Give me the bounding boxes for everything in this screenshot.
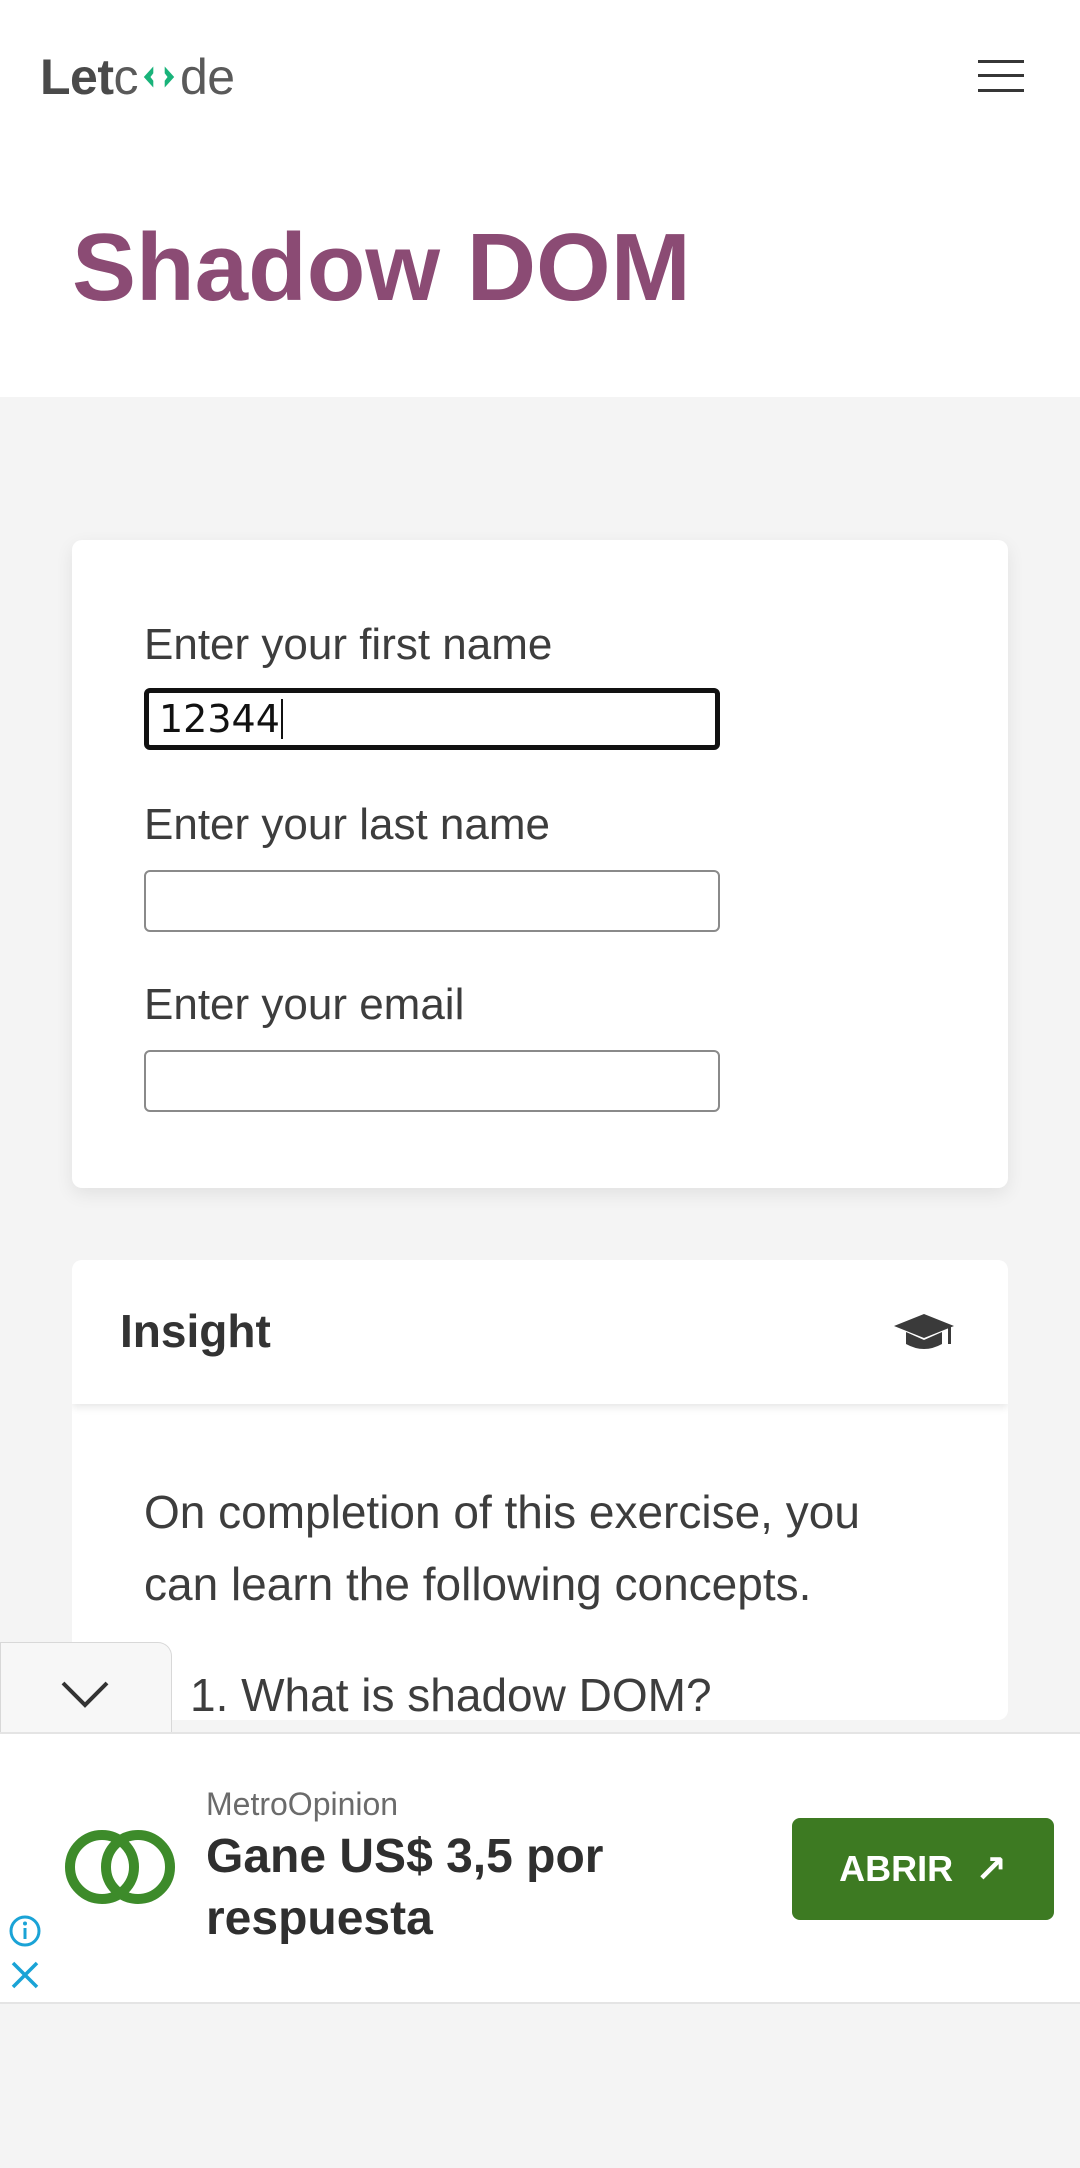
first-name-input[interactable]: 12344 (144, 688, 720, 750)
arrow-up-right-icon: ↗ (975, 1848, 1007, 1891)
ad-brand: MetroOpinion (206, 1786, 399, 1822)
page-title: Shadow DOM (72, 214, 691, 321)
info-icon[interactable] (8, 1914, 42, 1948)
logo-text-c: c (113, 49, 139, 105)
logo-code-icon (143, 66, 175, 88)
email-label: Enter your email (144, 980, 465, 1029)
ad-headline: Gane US$ 3,5 por respuesta (206, 1830, 604, 1945)
graduation-cap-icon (894, 1314, 954, 1349)
logo-text-left: Let (40, 49, 114, 105)
insight-header[interactable]: Insight (72, 1260, 1008, 1404)
first-name-value: 12344 (159, 697, 280, 741)
hero: Shadow DOM (0, 155, 1080, 397)
ad-open-button[interactable]: ABRIR ↗ (792, 1818, 1054, 1920)
email-input[interactable] (144, 1050, 720, 1112)
ad-banner[interactable]: MetroOpinion Gane US$ 3,5 por respuesta … (0, 1732, 1080, 2004)
hamburger-menu-icon[interactable] (974, 56, 1028, 96)
last-name-input[interactable] (144, 870, 720, 932)
insight-description: On completion of this exercise, you can … (144, 1486, 860, 1610)
form-card: Enter your first name 12344 Enter your l… (72, 540, 1008, 1188)
letcode-logo[interactable]: Let c de (40, 48, 235, 106)
logo-text-right: de (180, 49, 235, 105)
navbar: Let c de (0, 0, 1080, 155)
close-icon[interactable] (8, 1958, 42, 1992)
text-caret (280, 699, 283, 739)
insight-card: Insight On completion of this exercise, … (72, 1260, 1008, 1720)
last-name-label: Enter your last name (144, 800, 550, 849)
insight-title: Insight (120, 1305, 271, 1357)
ad-button-label: ABRIR (839, 1848, 954, 1889)
first-name-label: Enter your first name (144, 620, 553, 669)
metroopinion-logo-icon (65, 1830, 175, 1904)
ad-collapse-tab[interactable] (0, 1642, 172, 1733)
insight-list-item: 1. What is shadow DOM? (190, 1669, 712, 1720)
chevron-down-icon (61, 1681, 109, 1708)
